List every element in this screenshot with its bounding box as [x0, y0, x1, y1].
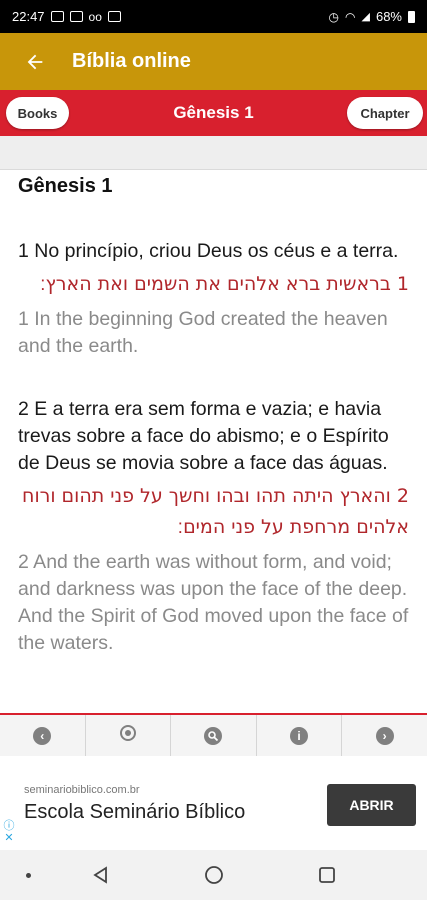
previous-icon: ‹ [33, 726, 52, 745]
reading-pane[interactable]: Gênesis 1 1 No princípio, criou Deus os … [0, 170, 427, 713]
status-time: 22:47 [12, 9, 45, 24]
menu-dot-icon[interactable] [18, 850, 38, 900]
divider-strip [0, 136, 427, 170]
arrow-left-icon[interactable] [18, 45, 52, 79]
verse-block: 2 E a terra era sem forma e vazia; e hav… [18, 396, 409, 657]
next-icon: › [375, 726, 394, 745]
chapter-button[interactable]: Chapter [347, 97, 423, 129]
back-icon[interactable] [88, 850, 112, 900]
alarm-icon: ◷ [328, 9, 340, 24]
app-title: Bíblia online [72, 50, 191, 72]
sim-icon [69, 11, 83, 22]
verse-english: 1 In the beginning God created the heave… [18, 308, 388, 357]
bottom-toolbar: ‹ i › [0, 713, 427, 756]
ad-choices-icon[interactable]: ⓘ ✕ [3, 820, 15, 844]
battery-icon [408, 10, 415, 23]
image-icon [50, 11, 64, 22]
chapter-title: Gênesis 1 [173, 103, 254, 122]
verse-portuguese: 2 E a terra era sem forma e vazia; e hav… [18, 398, 389, 474]
battery-percent: 68% [375, 9, 402, 24]
settings-button[interactable] [86, 715, 172, 756]
app-notification-icon [107, 11, 121, 22]
ad-domain: seminariobiblico.com.br [24, 784, 140, 796]
search-button[interactable] [171, 715, 257, 756]
settings-icon [119, 724, 137, 747]
verse-hebrew: 1 בראשית ברא אלהים את השמים ואת הארץ׃ [39, 273, 409, 295]
recents-icon[interactable] [315, 850, 339, 900]
voicemail-icon: oo [88, 9, 102, 24]
content-heading: Gênesis 1 [18, 175, 113, 197]
ad-title[interactable]: Escola Seminário Bíblico [24, 801, 245, 824]
app-bar: Bíblia online [0, 33, 427, 90]
status-bar: 22:47 oo ◷ ◠ ◢ 68% [0, 0, 427, 33]
system-nav-bar [0, 850, 427, 900]
verse-block: 1 No princípio, criou Deus os céus e a t… [18, 238, 409, 360]
previous-button[interactable]: ‹ [0, 715, 86, 756]
info-icon: i [290, 726, 309, 745]
info-button[interactable]: i [257, 715, 343, 756]
ad-open-button[interactable]: ABRIR [327, 784, 416, 826]
wifi-icon: ◠ [345, 9, 356, 24]
verse-english: 2 And the earth was without form, and vo… [18, 551, 409, 654]
search-icon [204, 726, 223, 745]
ad-banner[interactable]: seminariobiblico.com.br Escola Seminário… [0, 756, 427, 850]
next-button[interactable]: › [342, 715, 427, 756]
book-bar: Books Gênesis 1 Chapter [0, 90, 427, 136]
verse-portuguese: 1 No princípio, criou Deus os céus e a t… [18, 240, 399, 262]
home-icon[interactable] [202, 850, 226, 900]
verse-hebrew: 2 והארץ היתה תהו ובהו וחשך על פני תהום ו… [22, 485, 409, 538]
books-button[interactable]: Books [6, 97, 69, 129]
signal-icon: ◢ [361, 11, 370, 23]
